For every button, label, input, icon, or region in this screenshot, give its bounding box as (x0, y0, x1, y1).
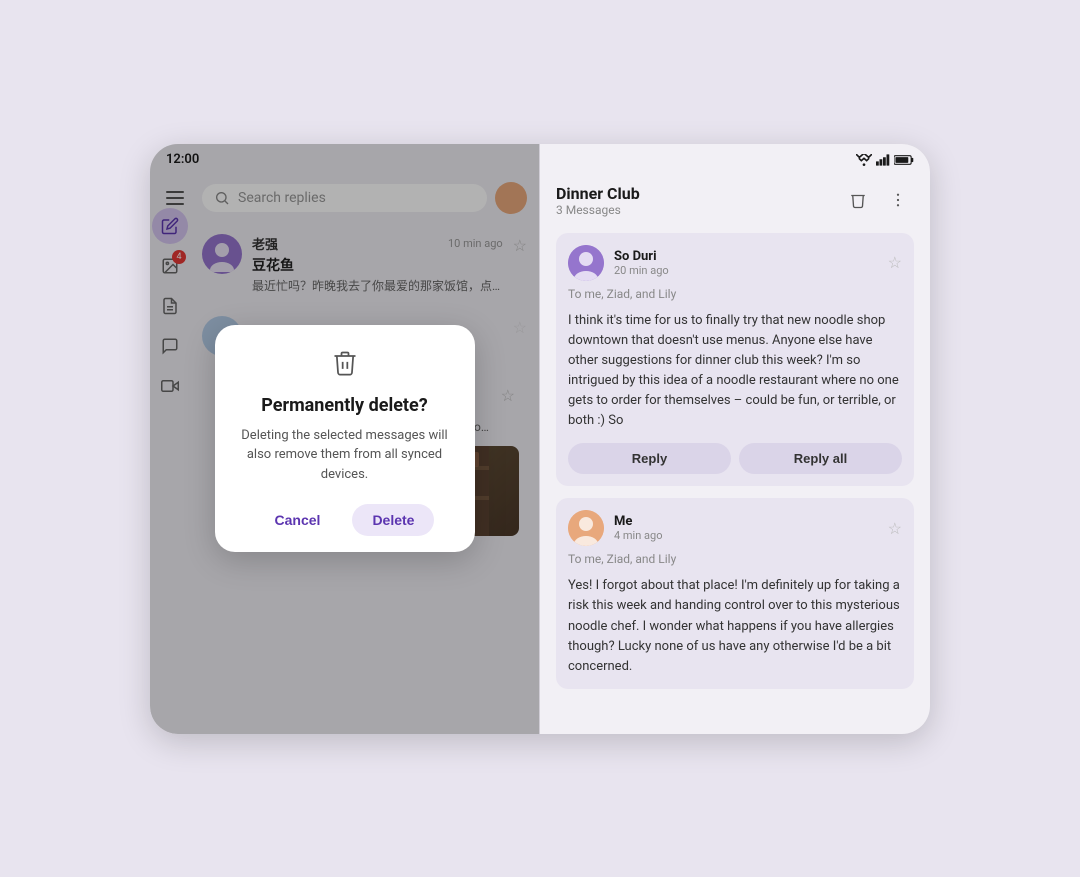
battery-icon (894, 154, 914, 166)
cancel-button[interactable]: Cancel (255, 504, 341, 536)
msg-star-1[interactable]: ☆ (888, 253, 902, 272)
dialog-overlay: Permanently delete? Deleting the selecte… (150, 144, 539, 734)
dialog-title: Permanently delete? (235, 395, 455, 416)
trash-button[interactable] (842, 184, 874, 216)
msg-sender-info-1: So Duri 20 min ago (614, 249, 878, 277)
msg-sender-name-1: So Duri (614, 249, 878, 264)
thread-name: Dinner Club (556, 184, 834, 203)
right-panel: Dinner Club 3 Messages (540, 144, 930, 734)
msg-body-2: Yes! I forgot about that place! I'm defi… (568, 576, 902, 677)
status-bar-right (540, 144, 930, 176)
left-panel: 12:00 Search replies (150, 144, 540, 734)
msg-sender-name-2: Me (614, 514, 878, 529)
msg-avatar-1 (568, 245, 604, 281)
msg-time-2: 4 min ago (614, 529, 878, 542)
email-header: Dinner Club 3 Messages (540, 176, 930, 225)
dialog-box: Permanently delete? Deleting the selecte… (215, 325, 475, 553)
header-actions (842, 184, 914, 216)
msg-avatar-img-2 (568, 510, 604, 546)
wifi-icon (856, 154, 872, 166)
status-icons (856, 154, 914, 166)
delete-button[interactable]: Delete (352, 504, 434, 536)
trash-btn-icon (849, 191, 867, 209)
signal-icon (876, 154, 890, 166)
trash-icon (331, 349, 359, 377)
messages-list: So Duri 20 min ago ☆ To me, Ziad, and Li… (540, 225, 930, 734)
dialog-delete-icon (235, 349, 455, 383)
device-frame: 12:00 Search replies (150, 144, 930, 734)
msg-actions-1: Reply Reply all (568, 443, 902, 474)
msg-time-1: 20 min ago (614, 264, 878, 277)
msg-to-2: To me, Ziad, and Lily (568, 552, 902, 566)
msg-body-1: I think it's time for us to finally try … (568, 311, 902, 432)
msg-avatar-2 (568, 510, 604, 546)
message-header-2: Me 4 min ago ☆ (568, 510, 902, 546)
more-options-button[interactable] (882, 184, 914, 216)
message-header-1: So Duri 20 min ago ☆ (568, 245, 902, 281)
msg-to-1: To me, Ziad, and Lily (568, 287, 902, 301)
reply-button[interactable]: Reply (568, 443, 731, 474)
reply-all-button[interactable]: Reply all (739, 443, 902, 474)
dialog-buttons: Cancel Delete (235, 504, 455, 536)
dialog-message: Deleting the selected messages will also… (235, 426, 455, 485)
msg-sender-info-2: Me 4 min ago (614, 514, 878, 542)
message-card-2: Me 4 min ago ☆ To me, Ziad, and Lily Yes… (556, 498, 914, 689)
more-icon (889, 191, 907, 209)
msg-star-2[interactable]: ☆ (888, 519, 902, 538)
message-card-1: So Duri 20 min ago ☆ To me, Ziad, and Li… (556, 233, 914, 487)
msg-avatar-img-1 (568, 245, 604, 281)
thread-count: 3 Messages (556, 203, 834, 217)
email-thread-title: Dinner Club 3 Messages (556, 184, 834, 217)
